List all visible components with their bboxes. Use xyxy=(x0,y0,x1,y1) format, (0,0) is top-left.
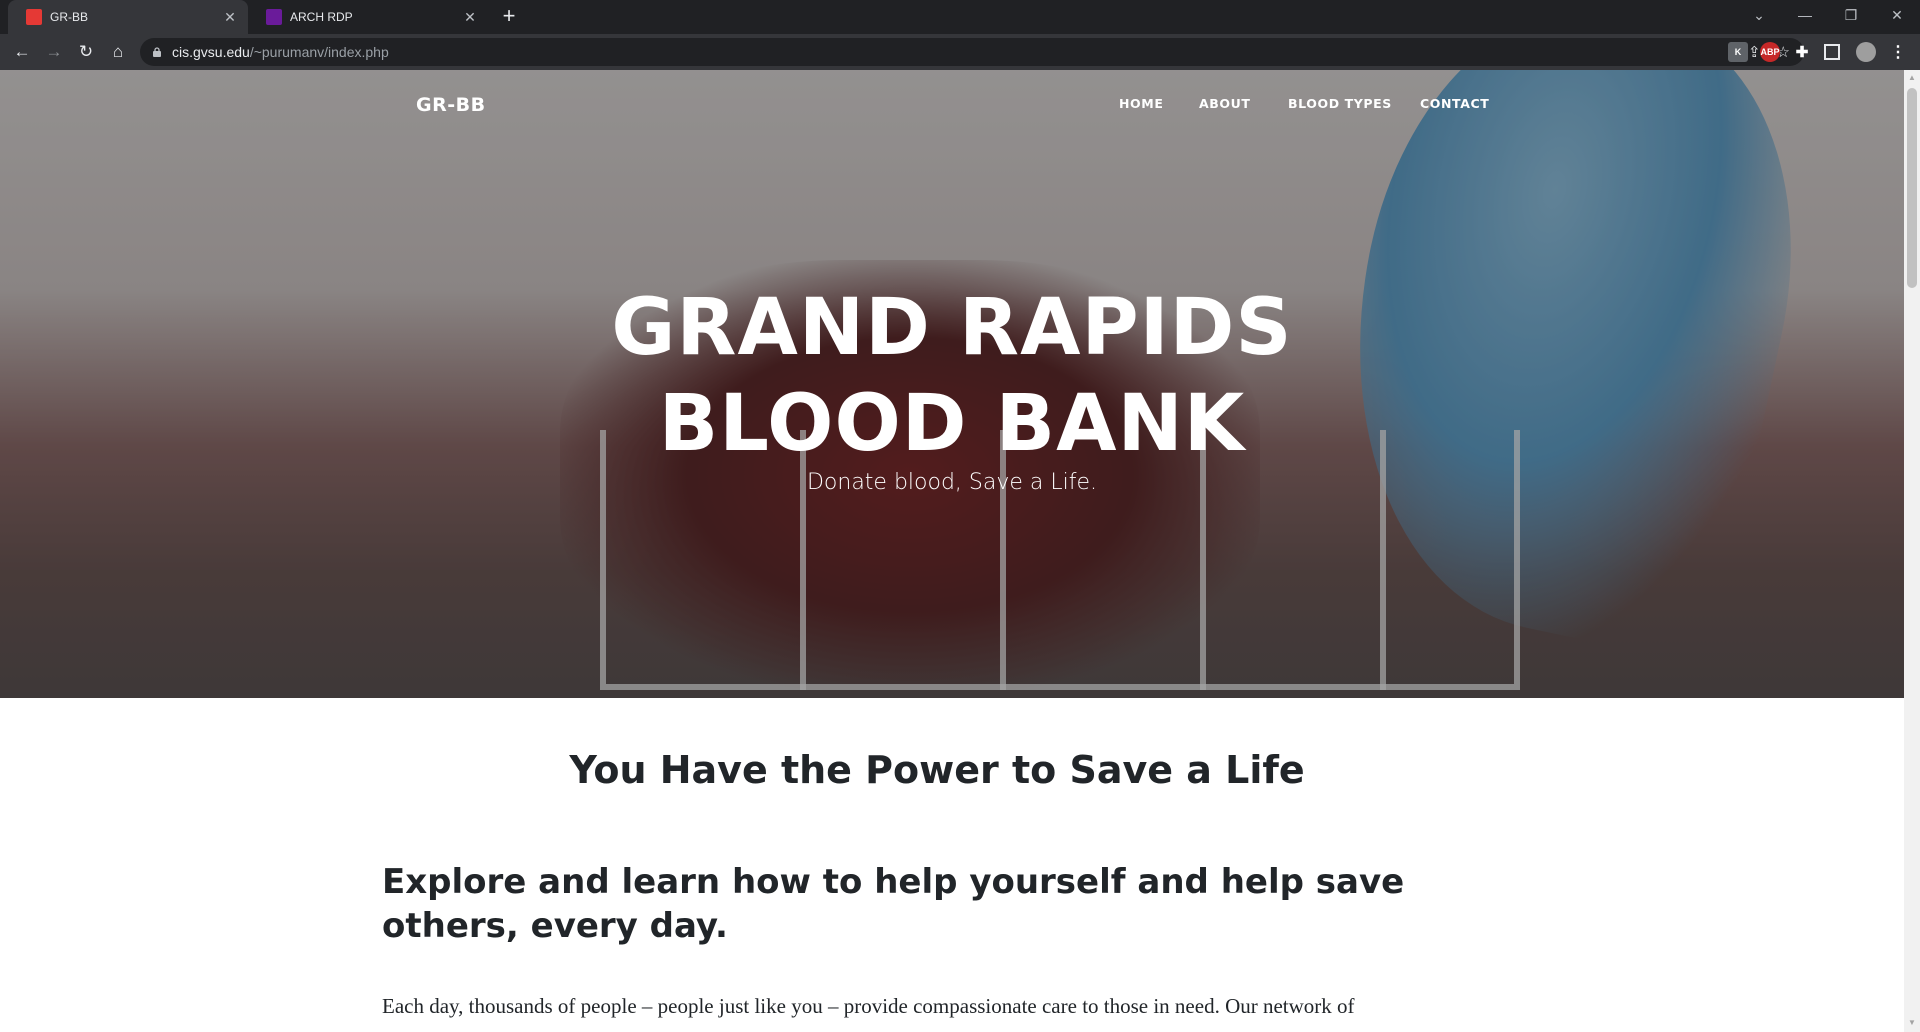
adblock-icon[interactable]: ABP xyxy=(1760,42,1780,62)
tab-gr-bb[interactable]: GR-BB ✕ xyxy=(8,0,248,34)
reload-icon[interactable]: ↻ xyxy=(74,40,98,64)
minimize-button[interactable]: — xyxy=(1782,0,1828,30)
site-brand[interactable]: GR-BB xyxy=(416,94,486,116)
nav-contact[interactable]: CONTACT xyxy=(1420,96,1489,111)
page-scrollbar[interactable]: ▲ ▼ xyxy=(1904,70,1920,1032)
share-icon[interactable]: ⇪ xyxy=(1748,43,1761,61)
lock-icon xyxy=(153,47,161,57)
section-subtitle: Explore and learn how to help yourself a… xyxy=(382,862,1405,946)
extensions-puzzle-icon[interactable]: ✚ xyxy=(1792,42,1812,62)
restore-button[interactable]: ❐ xyxy=(1828,0,1874,30)
hero-title: GRAND RAPIDS BLOOD BANK xyxy=(0,280,1904,472)
scroll-thumb[interactable] xyxy=(1907,88,1917,288)
nav-about[interactable]: ABOUT xyxy=(1199,96,1251,111)
tab-strip: GR-BB ✕ ARCH RDP ✕ + ⌄ — ❐ ✕ xyxy=(0,0,1920,34)
menu-kebab-icon[interactable]: ⋮ xyxy=(1888,42,1908,62)
body-paragraph: Each day, thousands of people – people j… xyxy=(382,994,1355,1018)
side-panel-icon[interactable] xyxy=(1824,44,1840,60)
tab-arch-rdp[interactable]: ARCH RDP ✕ xyxy=(248,0,488,34)
hero-banner: GR-BB HOME ABOUT BLOOD TYPES CONTACT GRA… xyxy=(0,70,1904,698)
address-bar[interactable]: cis.gvsu.edu/~purumanv/index.php ⇪ ☆ xyxy=(140,38,1804,66)
forward-icon[interactable]: → xyxy=(42,40,66,64)
home-icon[interactable]: ⌂ xyxy=(106,40,130,64)
url-host: cis.gvsu.edu xyxy=(172,44,250,60)
profile-avatar[interactable] xyxy=(1856,42,1876,62)
tab-title: GR-BB xyxy=(50,10,89,24)
scroll-down-arrow-icon[interactable]: ▼ xyxy=(1907,1018,1917,1028)
page-viewport: GR-BB HOME ABOUT BLOOD TYPES CONTACT GRA… xyxy=(0,70,1904,1032)
back-icon[interactable]: ← xyxy=(10,40,34,64)
scroll-up-arrow-icon[interactable]: ▲ xyxy=(1907,73,1917,83)
new-tab-button[interactable]: + xyxy=(496,4,522,30)
browser-toolbar: ← → ↻ ⌂ cis.gvsu.edu/~purumanv/index.php… xyxy=(0,34,1920,70)
close-window-button[interactable]: ✕ xyxy=(1874,0,1920,30)
hero-subtitle: Donate blood, Save a Life. xyxy=(806,470,1098,495)
hero-title-line2: BLOOD BANK xyxy=(658,379,1246,469)
nav-blood-types[interactable]: BLOOD TYPES xyxy=(1288,96,1392,111)
url-path: /~purumanv/index.php xyxy=(249,44,389,60)
section-title: You Have the Power to Save a Life xyxy=(569,748,1305,792)
tab-title: ARCH RDP xyxy=(290,10,353,24)
nav-home[interactable]: HOME xyxy=(1119,96,1163,111)
close-tab-icon[interactable]: ✕ xyxy=(220,9,240,26)
url-text: cis.gvsu.edu/~purumanv/index.php xyxy=(172,44,389,60)
tab-search-icon[interactable]: ⌄ xyxy=(1736,0,1782,30)
extension-icon[interactable]: K xyxy=(1728,42,1748,62)
arch-rdp-favicon-icon xyxy=(266,9,282,25)
close-tab-icon[interactable]: ✕ xyxy=(460,9,480,26)
hero-title-line1: GRAND RAPIDS xyxy=(611,283,1293,373)
gr-bb-favicon-icon xyxy=(26,9,42,25)
